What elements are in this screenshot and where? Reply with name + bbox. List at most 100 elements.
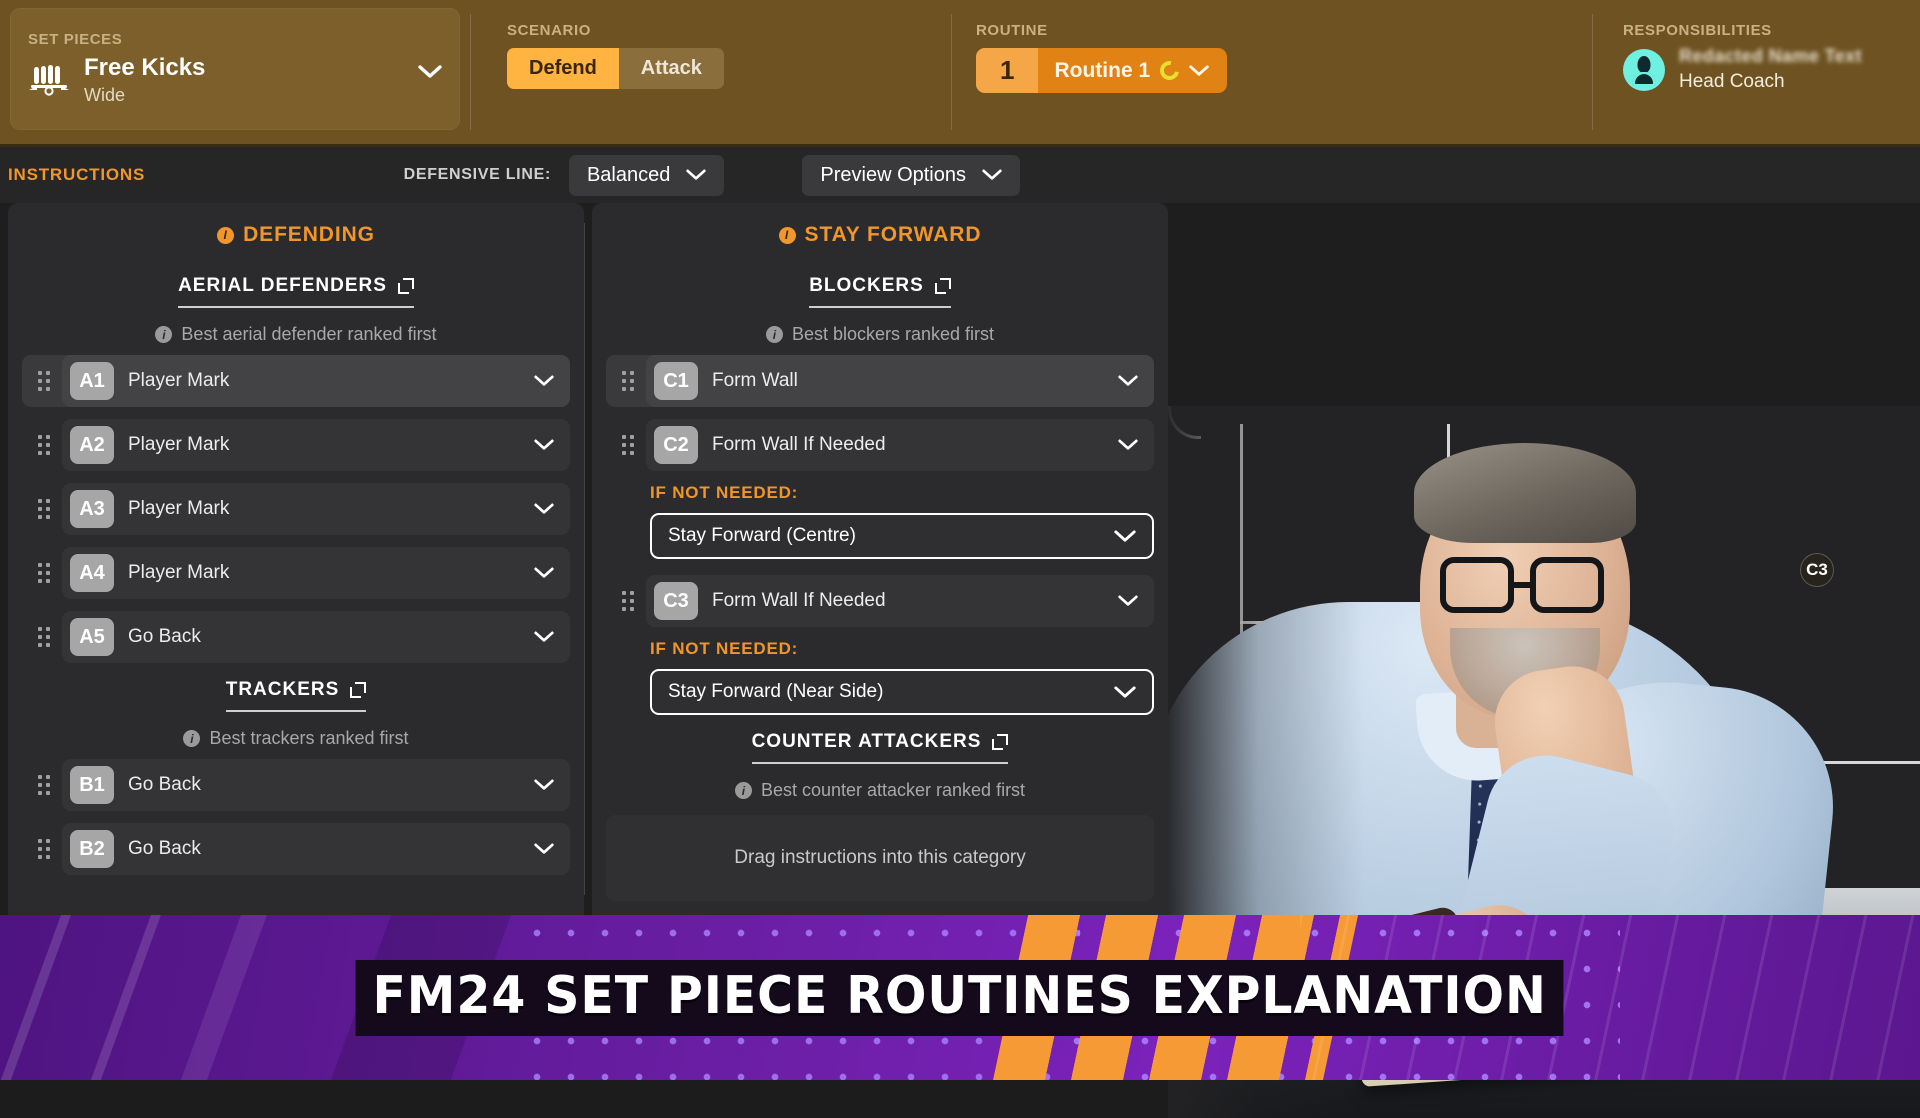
responsibilities-cell: RESPONSIBILITIES Redacted Name Text Head… xyxy=(1593,0,1920,144)
preview-options-dropdown[interactable]: Preview Options xyxy=(802,154,1020,196)
scenario-label: SCENARIO xyxy=(507,22,591,39)
table-row[interactable]: A4 Player Mark xyxy=(22,547,570,599)
defensive-line-dropdown[interactable]: Balanced xyxy=(568,154,725,196)
if-not-needed-value-2: Stay Forward (Near Side) xyxy=(668,681,884,702)
drag-handle-icon[interactable] xyxy=(26,775,62,795)
table-row[interactable]: A5 Go Back xyxy=(22,611,570,663)
chevron-down-icon[interactable] xyxy=(418,65,442,79)
row-label: Form Wall xyxy=(712,370,798,391)
chevron-down-icon[interactable] xyxy=(534,503,554,515)
routine-selector[interactable]: 1 Routine 1 xyxy=(976,48,1228,93)
blockers-rows: C1 Form Wall C2 Form Wall If Needed xyxy=(592,355,1168,471)
stay-forward-panel: i STAY FORWARD BLOCKERS i Best blockers … xyxy=(592,203,1168,915)
row-label: Player Mark xyxy=(128,370,230,391)
drag-handle-icon[interactable] xyxy=(26,627,62,647)
responsibilities-label: RESPONSIBILITIES xyxy=(1623,22,1772,39)
blockers-heading-row[interactable]: BLOCKERS xyxy=(809,275,951,308)
chevron-down-icon[interactable] xyxy=(1114,685,1136,699)
chevron-down-icon[interactable] xyxy=(1118,439,1138,451)
drag-handle-icon[interactable] xyxy=(610,435,646,455)
chevron-down-icon[interactable] xyxy=(1114,529,1136,543)
scenario-option-defend[interactable]: Defend xyxy=(507,48,619,89)
table-row[interactable]: A3 Player Mark xyxy=(22,483,570,535)
stay-forward-title: STAY FORWARD xyxy=(804,223,982,246)
info-icon[interactable]: i xyxy=(765,326,783,343)
row-label: Go Back xyxy=(128,838,201,859)
blockers-heading: BLOCKERS xyxy=(809,275,924,296)
trackers-heading-row[interactable]: TRACKERS xyxy=(225,679,367,712)
info-icon[interactable]: i xyxy=(183,730,201,747)
table-row[interactable]: C3 Form Wall If Needed xyxy=(606,575,1154,627)
expand-icon[interactable] xyxy=(992,734,1009,750)
set-pieces-selector[interactable]: SET PIECES Free Kicks Wide xyxy=(10,8,460,130)
responsibilities-role: Head Coach xyxy=(1679,71,1785,92)
counter-attackers-dropzone[interactable]: Drag instructions into this category xyxy=(606,815,1154,901)
trackers-rows: B1 Go Back B2 Go Back xyxy=(8,759,584,875)
if-not-needed-dropdown-2[interactable]: Stay Forward (Near Side) xyxy=(650,669,1154,715)
chevron-down-icon[interactable] xyxy=(1118,375,1138,387)
aerial-defenders-heading-row[interactable]: AERIAL DEFENDERS xyxy=(178,275,414,308)
row-label: Go Back xyxy=(128,626,201,647)
row-label: Player Mark xyxy=(128,562,230,583)
counter-attackers-heading-row[interactable]: COUNTER ATTACKERS xyxy=(751,731,1009,764)
counter-attackers-hint: Best counter attacker ranked first xyxy=(760,780,1026,800)
scenario-toggle[interactable]: Defend Attack xyxy=(507,48,724,89)
chevron-down-icon[interactable] xyxy=(1189,64,1209,77)
table-row[interactable]: B1 Go Back xyxy=(22,759,570,811)
blockers-rows-c3: C3 Form Wall If Needed xyxy=(592,575,1168,627)
table-row[interactable]: A1 Player Mark xyxy=(22,355,570,407)
drag-handle-icon[interactable] xyxy=(26,371,62,391)
table-row[interactable]: C1 Form Wall xyxy=(606,355,1154,407)
expand-icon[interactable] xyxy=(397,278,414,294)
info-icon[interactable]: i xyxy=(155,326,173,343)
chevron-down-icon[interactable] xyxy=(534,631,554,643)
routine-label: ROUTINE xyxy=(976,22,1048,39)
scenario-cell: SCENARIO Defend Attack xyxy=(471,0,951,144)
table-row[interactable]: A2 Player Mark xyxy=(22,419,570,471)
expand-icon[interactable] xyxy=(934,278,951,294)
if-not-needed-dropdown-1[interactable]: Stay Forward (Centre) xyxy=(650,513,1154,559)
aerial-defenders-hint: Best aerial defender ranked first xyxy=(181,324,437,344)
set-pieces-title: Free Kicks xyxy=(84,54,206,82)
chevron-down-icon[interactable] xyxy=(534,567,554,579)
info-icon[interactable]: i xyxy=(734,782,752,799)
scenario-option-attack[interactable]: Attack xyxy=(619,48,724,89)
pitch-marker-c3[interactable]: C3 xyxy=(1800,553,1834,587)
if-not-needed-label-1: IF NOT NEEDED: xyxy=(650,483,799,502)
preview-options-label: Preview Options xyxy=(820,163,966,186)
drag-handle-icon[interactable] xyxy=(26,839,62,859)
row-label: Form Wall If Needed xyxy=(712,590,886,611)
stay-forward-title-row: i STAY FORWARD xyxy=(592,223,1168,247)
expand-icon[interactable] xyxy=(350,682,367,698)
drag-handle-icon[interactable] xyxy=(26,563,62,583)
drag-handle-icon[interactable] xyxy=(610,371,646,391)
row-tag: A3 xyxy=(70,490,114,528)
chevron-down-icon[interactable] xyxy=(982,169,1002,181)
row-label: Go Back xyxy=(128,774,201,795)
chevron-down-icon[interactable] xyxy=(686,169,707,181)
pitch-marker-label: C3 xyxy=(1806,560,1828,579)
chevron-down-icon[interactable] xyxy=(1118,595,1138,607)
row-label: Player Mark xyxy=(128,434,230,455)
aerial-defenders-heading: AERIAL DEFENDERS xyxy=(178,275,387,296)
chevron-down-icon[interactable] xyxy=(534,843,554,855)
instructions-label: INSTRUCTIONS xyxy=(8,165,146,184)
info-icon[interactable]: i xyxy=(778,226,796,244)
row-tag: C3 xyxy=(654,582,698,620)
main-content: i DEFENDING AERIAL DEFENDERS i Best aeri… xyxy=(0,203,1920,1118)
table-row[interactable]: B2 Go Back xyxy=(22,823,570,875)
banner-title-row: FM24 SET PIECE ROUTINES EXPLANATION xyxy=(0,915,1920,1080)
row-label: Form Wall If Needed xyxy=(712,434,886,455)
chevron-down-icon[interactable] xyxy=(534,439,554,451)
drag-handle-icon[interactable] xyxy=(610,591,646,611)
trackers-heading: TRACKERS xyxy=(225,679,340,700)
chevron-down-icon[interactable] xyxy=(534,375,554,387)
table-row[interactable]: C2 Form Wall If Needed xyxy=(606,419,1154,471)
routine-number: 1 xyxy=(976,48,1039,93)
counter-attackers-heading: COUNTER ATTACKERS xyxy=(751,731,982,752)
info-icon[interactable]: i xyxy=(217,226,235,244)
drag-handle-icon[interactable] xyxy=(26,435,62,455)
coach-avatar-icon[interactable] xyxy=(1623,48,1665,91)
drag-handle-icon[interactable] xyxy=(26,499,62,519)
chevron-down-icon[interactable] xyxy=(534,779,554,791)
